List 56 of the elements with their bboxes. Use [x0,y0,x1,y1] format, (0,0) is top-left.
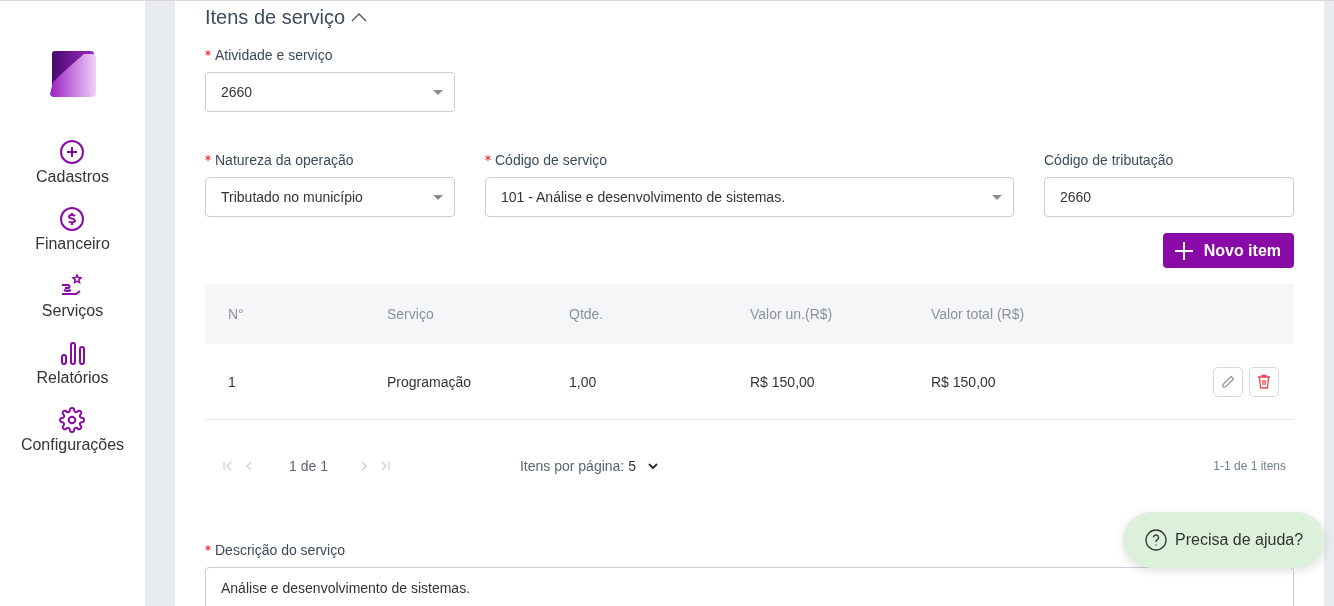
sidebar-nav-item[interactable]: Configurações [20,407,125,454]
first-page-icon [223,461,233,471]
dollar-circle-icon [59,206,86,232]
sidebar-nav-item[interactable]: Financeiro [35,206,110,253]
dropdown-caret-icon [433,194,443,200]
settings-icon [59,407,86,433]
items-per-page-select[interactable]: 5 [628,458,659,474]
column-header: N° [228,306,245,322]
bar-chart-icon [59,340,86,366]
help-button[interactable]: Precisa de ajuda? [1123,512,1326,568]
dropdown-caret-icon [433,89,443,95]
dropdown-caret-icon [992,194,1002,200]
trash-icon [1257,374,1271,389]
items-per-page-label: Itens por página: [519,458,625,474]
pagination-summary: 1-1 de 1 itens [1213,459,1286,473]
question-circle-icon [1145,529,1167,551]
field-label: Código de tributação [1044,152,1174,168]
sidebar-nav-item[interactable]: Cadastros [36,139,109,186]
chevron-left-icon [245,461,253,471]
column-header: Valor total (R$) [931,306,1026,322]
select-field[interactable]: Tributado no município [205,177,455,217]
table-cell-text: R$ 150,00 [750,373,816,390]
chevron-down-icon [648,462,659,470]
sidebar-nav-item[interactable]: Relatórios [36,340,109,387]
chevron-right-icon [359,461,368,471]
plus-circle-icon [59,139,86,165]
column-header: Valor un.(R$) [750,306,834,322]
field-label: Atividade e serviço [215,47,333,63]
section-title: Itens de serviço [205,5,346,29]
field-label: Descrição do serviço [215,542,345,558]
select-field[interactable]: 2660 [205,72,455,112]
column-header: Qtde. [569,306,605,322]
delete-button[interactable] [1249,366,1279,397]
table-cell-text: 1 [228,373,237,390]
table-cell-text: R$ 150,00 [931,373,997,390]
chevron-up-icon[interactable] [351,12,368,22]
new-item-button[interactable]: Novo item [1162,233,1294,268]
required-asterisk-icon [485,155,491,161]
table-cell-text: Programação [387,373,473,390]
logo-icon [48,51,97,97]
field-label: Natureza da operação [215,152,354,168]
page-indicator: 1 de 1 [289,458,328,474]
sidebar-nav-item[interactable]: Serviços [41,273,104,320]
required-asterisk-icon [205,545,211,551]
required-asterisk-icon [205,155,211,161]
last-page-icon [379,461,390,471]
select-field[interactable]: 101 - Análise e desenvolvimento de sistemas. [485,177,1014,217]
pencil-icon [1221,374,1235,389]
plus-icon [1173,240,1194,261]
edit-button[interactable] [1213,366,1243,397]
required-asterisk-icon [205,50,211,56]
input-field[interactable]: 2660 [1044,177,1294,217]
textarea-field[interactable]: Análise e desenvolvimento de sistemas. [205,567,1294,606]
table-cell-text: 1,00 [569,373,598,390]
field-label: Código de serviço [495,152,608,168]
column-header: Serviço [387,306,435,322]
